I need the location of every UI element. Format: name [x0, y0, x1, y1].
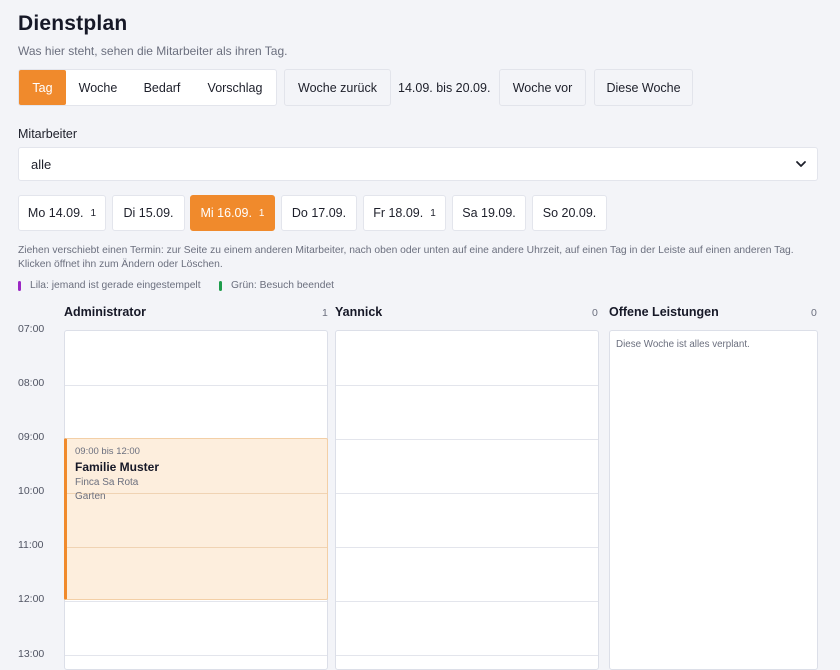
view-switcher: Tag Woche Bedarf Vorschlag — [18, 69, 277, 106]
column-count: 0 — [811, 307, 817, 319]
time-label: 12:00 — [18, 593, 45, 605]
time-label: 09:00 — [18, 431, 45, 443]
employee-select-value: alle — [31, 156, 52, 172]
legend-label: Grün: Besuch beendet — [231, 280, 335, 291]
chevron-down-icon — [796, 161, 806, 167]
day-label: Di 15.09. — [123, 206, 174, 220]
schedule-column-yannick[interactable] — [335, 330, 599, 670]
day-tab-di[interactable]: Di 15.09. — [112, 195, 185, 231]
column-count: 0 — [592, 307, 598, 319]
appointment-card[interactable]: 09:00 bis 12:00 Familie Muster Finca Sa … — [64, 438, 328, 600]
day-label: So 20.09. — [542, 206, 597, 220]
employee-filter-label: Mitarbeiter — [18, 127, 78, 141]
day-label: Fr 18.09. — [373, 206, 424, 220]
appointment-time: 09:00 bis 12:00 — [75, 446, 140, 457]
appointment-service: Garten — [75, 491, 106, 502]
hour-line — [336, 601, 598, 602]
day-tab-sa[interactable]: Sa 19.09. — [452, 195, 526, 231]
this-week-button[interactable]: Diese Woche — [594, 69, 693, 106]
hour-line — [336, 439, 598, 440]
time-label: 11:00 — [18, 539, 44, 551]
hour-line — [336, 493, 598, 494]
day-label: Do 17.09. — [291, 206, 347, 220]
open-services-panel: Diese Woche ist alles verplant. — [609, 330, 818, 670]
hour-line — [67, 547, 327, 548]
column-header-yannick: Yannick — [335, 305, 383, 319]
page-subtitle: Was hier steht, sehen die Mitarbeiter al… — [18, 44, 288, 58]
employee-select[interactable]: alle — [18, 147, 818, 181]
column-header-open-services: Offene Leistungen — [609, 305, 719, 319]
purple-dot-icon — [18, 280, 21, 291]
time-label: 08:00 — [18, 377, 45, 389]
view-tab-vorschlag[interactable]: Vorschlag — [194, 70, 276, 105]
view-tab-bedarf[interactable]: Bedarf — [130, 70, 194, 105]
time-label: 10:00 — [18, 485, 45, 497]
hour-line — [336, 385, 598, 386]
day-count: 1 — [430, 207, 436, 219]
appointment-location: Finca Sa Rota — [75, 477, 139, 488]
prev-week-button[interactable]: Woche zurück — [284, 69, 391, 106]
day-tab-fr[interactable]: Fr 18.09. 1 — [363, 195, 446, 231]
day-tab-do[interactable]: Do 17.09. — [281, 195, 357, 231]
legend-visit-finished: Grün: Besuch beendet — [219, 280, 334, 291]
next-week-button[interactable]: Woche vor — [499, 69, 586, 106]
day-label: Mo 14.09. — [27, 206, 84, 220]
hour-line — [65, 385, 327, 386]
green-dot-icon — [219, 280, 222, 291]
hour-line — [336, 655, 598, 656]
view-tab-woche[interactable]: Woche — [66, 70, 130, 105]
day-tab-mo[interactable]: Mo 14.09. 1 — [18, 195, 106, 231]
hour-line — [336, 547, 598, 548]
column-count: 1 — [322, 307, 328, 319]
day-count: 1 — [258, 207, 265, 219]
hour-line — [67, 493, 327, 494]
day-label: Mi 16.09. — [200, 206, 252, 220]
legend-clocked-in: Lila: jemand ist gerade eingestempelt — [18, 280, 201, 291]
page-title: Dienstplan — [18, 12, 128, 35]
appointment-title: Familie Muster — [75, 460, 160, 474]
time-label: 13:00 — [18, 648, 45, 660]
day-label: Sa 19.09. — [462, 206, 516, 220]
column-header-administrator: Administrator — [64, 305, 146, 319]
week-range: 14.09. bis 20.09. — [398, 80, 491, 95]
legend-label: Lila: jemand ist gerade eingestempelt — [30, 280, 201, 291]
day-tab-so[interactable]: So 20.09. — [532, 195, 607, 231]
time-label: 07:00 — [18, 323, 45, 335]
day-count: 1 — [90, 207, 97, 219]
day-tab-mi[interactable]: Mi 16.09. 1 — [190, 195, 275, 231]
hour-line — [65, 655, 327, 656]
drag-hint: Ziehen verschiebt einen Termin: zur Seit… — [18, 245, 794, 270]
hour-line — [65, 601, 327, 602]
view-tab-tag[interactable]: Tag — [19, 70, 66, 105]
open-services-empty-message: Diese Woche ist alles verplant. — [616, 339, 750, 350]
